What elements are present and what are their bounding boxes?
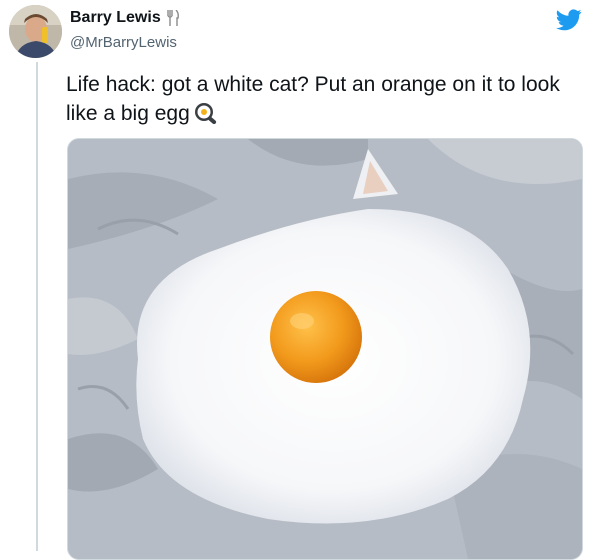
- frying-pan-egg-icon: [194, 102, 220, 125]
- author-name[interactable]: Barry Lewis: [70, 9, 161, 27]
- fork-and-knife-icon: [166, 9, 180, 26]
- tweet-photo[interactable]: [67, 138, 583, 560]
- tweet-text: Life hack: got a white cat? Put an orang…: [66, 70, 586, 128]
- twitter-bird-icon[interactable]: [556, 9, 582, 31]
- author-row: Barry Lewis: [70, 9, 180, 27]
- avatar[interactable]: [9, 5, 62, 58]
- tweet-body: Life hack: got a white cat? Put an orang…: [66, 73, 560, 125]
- author-handle[interactable]: @MrBarryLewis: [70, 34, 177, 51]
- thread-line: [36, 62, 38, 551]
